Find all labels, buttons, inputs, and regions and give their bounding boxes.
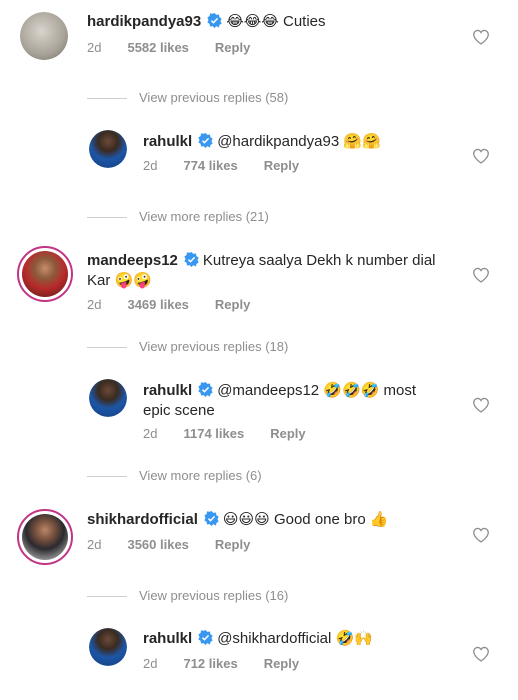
comment-text: Kutreya saalya Dekh k number dial (202, 252, 436, 269)
view-more-replies-toggle[interactable]: View more replies (6) (87, 468, 262, 483)
likes-count[interactable]: 1174 likes (183, 426, 244, 441)
divider (87, 347, 127, 349)
avatar[interactable] (89, 628, 127, 666)
reply-button[interactable]: Reply (264, 158, 299, 173)
verified-badge-icon (198, 630, 213, 645)
comment-text: Good one bro (273, 511, 366, 528)
comment-meta: 2d 1174 likes Reply (143, 426, 332, 441)
likes-count[interactable]: 712 likes (183, 656, 237, 671)
comment-meta: 2d 3469 likes Reply (87, 297, 276, 312)
mention-link[interactable]: @hardikpandya93 (217, 133, 339, 150)
toggle-label: View more replies (21) (139, 209, 269, 224)
comment-emoji: 😂😂😂 (226, 13, 279, 30)
comment-emoji: 🤗🤗 (343, 133, 381, 150)
comment-text: Cuties (282, 13, 326, 30)
avatar[interactable] (89, 379, 127, 417)
verified-badge-icon (204, 511, 219, 526)
view-more-replies-toggle[interactable]: View more replies (21) (87, 209, 269, 224)
likes-count[interactable]: 3469 likes (127, 297, 188, 312)
view-previous-replies-toggle[interactable]: View previous replies (18) (87, 339, 288, 354)
comment-meta: 2d 774 likes Reply (143, 158, 325, 173)
mention-link[interactable]: @mandeeps12 (217, 382, 319, 399)
heart-outline-icon[interactable] (472, 267, 490, 283)
avatar[interactable] (20, 12, 68, 60)
avatar[interactable] (17, 246, 73, 302)
comment-emoji: 🤪🤪 (114, 272, 152, 289)
comment-text-continued: epic scene (143, 402, 215, 419)
comment-emoji: 🤣🙌 (335, 630, 373, 647)
heart-outline-icon[interactable] (472, 29, 490, 45)
verified-badge-icon (207, 13, 222, 28)
avatar-photo (22, 251, 68, 297)
divider (87, 596, 127, 598)
avatar[interactable] (89, 130, 127, 168)
username-link[interactable]: mandeeps12 (87, 252, 178, 269)
timestamp: 2d (87, 297, 102, 312)
comment-meta: 2d 712 likes Reply (143, 656, 325, 671)
comment-meta: 2d 5582 likes Reply (87, 40, 276, 55)
likes-count[interactable]: 3560 likes (127, 537, 188, 552)
reply-button[interactable]: Reply (215, 40, 250, 55)
verified-badge-icon (184, 252, 199, 267)
verified-badge-icon (198, 382, 213, 397)
reply-button[interactable]: Reply (215, 297, 250, 312)
comment-body-line2: epic scene (143, 401, 215, 421)
heart-outline-icon[interactable] (472, 148, 490, 164)
username-link[interactable]: rahulkl (143, 133, 192, 150)
timestamp: 2d (87, 537, 102, 552)
likes-count[interactable]: 774 likes (183, 158, 237, 173)
reply-button[interactable]: Reply (270, 426, 305, 441)
avatar-photo (22, 514, 68, 560)
comment-body: hardikpandya93 😂😂😂 Cuties (87, 12, 326, 32)
timestamp: 2d (143, 426, 158, 441)
likes-count[interactable]: 5582 likes (127, 40, 188, 55)
timestamp: 2d (143, 656, 158, 671)
divider (87, 217, 127, 219)
comment-body: shikhardofficial 😃😃😃 Good one bro 👍 (87, 510, 389, 530)
username-link[interactable]: rahulkl (143, 630, 192, 647)
comment-meta: 2d 3560 likes Reply (87, 537, 276, 552)
divider (87, 98, 127, 100)
divider (87, 476, 127, 478)
mention-link[interactable]: @shikhardofficial (217, 630, 331, 647)
heart-outline-icon[interactable] (472, 527, 490, 543)
view-previous-replies-toggle[interactable]: View previous replies (58) (87, 90, 288, 105)
avatar-photo (20, 12, 68, 60)
toggle-label: View previous replies (58) (139, 90, 289, 105)
comment-text-continued: Kar (87, 272, 111, 289)
comment-body-line2: Kar 🤪🤪 (87, 271, 152, 291)
heart-outline-icon[interactable] (472, 646, 490, 662)
toggle-label: View previous replies (16) (139, 588, 289, 603)
timestamp: 2d (143, 158, 158, 173)
reply-button[interactable]: Reply (215, 537, 250, 552)
comment-body: mandeeps12 Kutreya saalya Dekh k number d… (87, 251, 436, 271)
comment-body: rahulkl @hardikpandya93 🤗🤗 (143, 132, 381, 152)
username-link[interactable]: hardikpandya93 (87, 13, 201, 30)
toggle-label: View previous replies (18) (139, 339, 289, 354)
username-link[interactable]: rahulkl (143, 382, 192, 399)
timestamp: 2d (87, 40, 102, 55)
toggle-label: View more replies (6) (139, 468, 262, 483)
comment-text: most (383, 382, 417, 399)
avatar-photo (89, 379, 127, 417)
comment-body: rahulkl @shikhardofficial 🤣🙌 (143, 629, 373, 649)
reply-button[interactable]: Reply (264, 656, 299, 671)
avatar[interactable] (17, 509, 73, 565)
username-link[interactable]: shikhardofficial (87, 511, 198, 528)
avatar-photo (89, 628, 127, 666)
verified-badge-icon (198, 133, 213, 148)
avatar-photo (89, 130, 127, 168)
comment-body: rahulkl @mandeeps12 🤣🤣🤣 most (143, 381, 416, 401)
thumbs-up-emoji: 👍 (369, 511, 389, 528)
comment-emoji: 😃😃😃 (222, 511, 270, 528)
comment-emoji: 🤣🤣🤣 (323, 382, 380, 399)
heart-outline-icon[interactable] (472, 397, 490, 413)
view-previous-replies-toggle[interactable]: View previous replies (16) (87, 588, 288, 603)
